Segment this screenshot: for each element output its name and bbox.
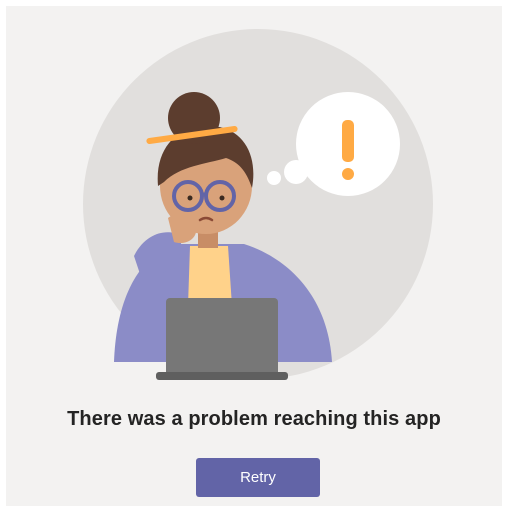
- thought-bubble-small: [267, 171, 281, 185]
- laptop: [166, 298, 278, 376]
- error-panel: There was a problem reaching this app Re…: [6, 6, 502, 506]
- person-thinking-illustration: [83, 29, 433, 380]
- shirt: [188, 246, 232, 306]
- exclamation-icon: [342, 120, 354, 162]
- eye-left: [187, 195, 193, 201]
- laptop-base: [156, 372, 288, 380]
- exclamation-dot: [342, 168, 354, 180]
- retry-button[interactable]: Retry: [196, 458, 320, 497]
- eye-right: [219, 195, 225, 201]
- error-message: There was a problem reaching this app: [67, 408, 441, 430]
